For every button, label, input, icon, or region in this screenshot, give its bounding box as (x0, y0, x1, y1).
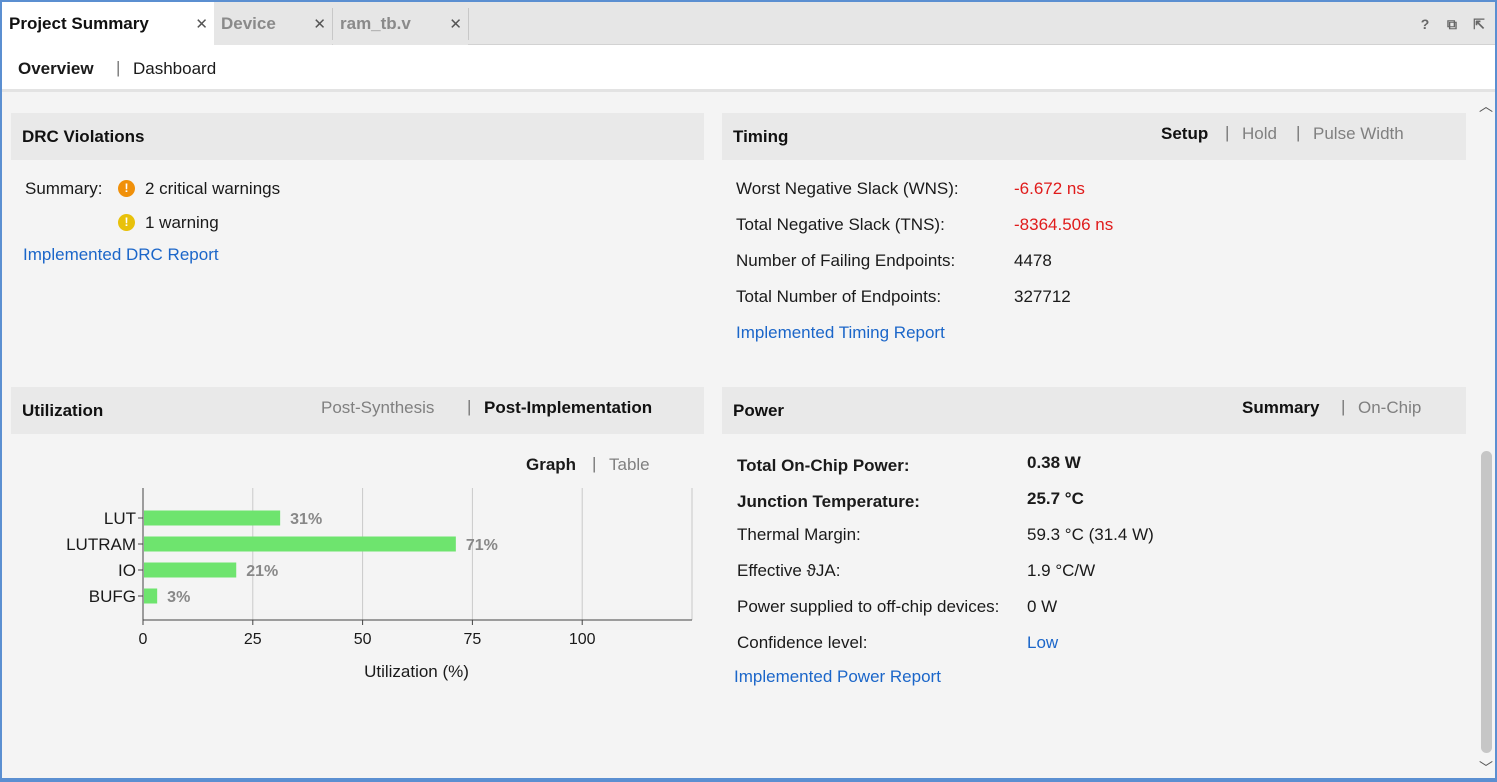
total-power-value: 0.38 W (1027, 453, 1081, 472)
power-option-summary[interactable]: Summary (1242, 398, 1319, 418)
category-label: IO (118, 561, 136, 580)
x-axis-title: Utilization (%) (364, 662, 469, 681)
category-label: LUT (104, 509, 136, 528)
total-endpoints-label: Total Number of Endpoints: (736, 287, 942, 306)
data-label: 3% (167, 589, 190, 606)
option-separator: | (1341, 397, 1346, 416)
timing-option-pulse-width[interactable]: Pulse Width (1313, 124, 1404, 144)
option-separator: | (1296, 123, 1301, 142)
scroll-down-icon[interactable]: ﹀ (1479, 758, 1493, 778)
bar (144, 562, 237, 578)
float-icon[interactable]: ⇱ (1471, 16, 1487, 33)
bar (144, 510, 281, 526)
timing-report-link[interactable]: Implemented Timing Report (736, 323, 945, 343)
window-controls: ? ⧉ ⇱ (1417, 16, 1487, 33)
data-label: 71% (466, 537, 498, 554)
offchip-power-label: Power supplied to off-chip devices: (737, 597, 1000, 616)
x-tick-label: 0 (139, 631, 148, 648)
power-option-on-chip[interactable]: On-Chip (1358, 398, 1421, 418)
tns-label: Total Negative Slack (TNS): (736, 215, 945, 234)
restore-icon[interactable]: ⧉ (1444, 16, 1460, 33)
thermal-margin-label: Thermal Margin: (737, 525, 861, 544)
bar (144, 588, 158, 604)
failing-endpoints-label: Number of Failing Endpoints: (736, 251, 956, 270)
utilization-chart: 0 25 50 75 100 LUT 31% LUTRAM 71% IO 21% BUFG 3% Util… (66, 488, 693, 681)
scrollbar-thumb[interactable] (1481, 451, 1492, 753)
total-power-label: Total On-Chip Power: (737, 456, 910, 475)
confidence-level-label: Confidence level: (737, 633, 868, 652)
timing-option-hold[interactable]: Hold (1242, 124, 1277, 144)
x-tick-label: 25 (244, 631, 262, 648)
x-tick-label: 50 (354, 631, 372, 648)
timing-title: Timing (733, 127, 789, 146)
timing-option-setup[interactable]: Setup (1161, 124, 1208, 144)
wns-label: Worst Negative Slack (WNS): (736, 179, 959, 198)
timing-panel-header: Timing Setup | Hold | Pulse Width (722, 113, 1466, 160)
category-label: LUTRAM (66, 535, 136, 554)
offchip-power-value: 0 W (1027, 597, 1058, 616)
junction-temp-value: 25.7 °C (1027, 489, 1084, 508)
thermal-margin-value: 59.3 °C (31.4 W) (1027, 525, 1154, 544)
x-tick-label: 100 (569, 631, 596, 648)
power-report-link[interactable]: Implemented Power Report (734, 667, 941, 687)
confidence-level-value[interactable]: Low (1027, 633, 1058, 653)
tns-value[interactable]: -8364.506 ns (1014, 215, 1113, 235)
wns-value[interactable]: -6.672 ns (1014, 179, 1085, 199)
junction-temp-label: Junction Temperature: (737, 492, 920, 511)
power-panel-header: Power Summary | On-Chip (722, 387, 1466, 434)
data-label: 31% (290, 511, 322, 528)
effective-theta-ja-label: Effective ϑJA: (737, 561, 841, 580)
power-title: Power (733, 401, 785, 420)
effective-theta-ja-value: 1.9 °C/W (1027, 561, 1096, 580)
help-icon[interactable]: ? (1417, 16, 1433, 33)
data-label: 21% (246, 563, 278, 580)
failing-endpoints-value: 4478 (1014, 251, 1052, 270)
scroll-up-icon[interactable]: ︿ (1479, 96, 1493, 116)
bar (144, 536, 456, 552)
category-label: BUFG (89, 587, 136, 606)
project-summary-window: Project Summary ✕ Device ✕ ram_tb.v ✕ ? … (0, 0, 1497, 782)
option-separator: | (1225, 123, 1230, 142)
vertical-scrollbar[interactable]: ︿ ﹀ (1477, 94, 1495, 778)
total-endpoints-value: 327712 (1014, 287, 1071, 306)
x-tick-label: 75 (464, 631, 482, 648)
